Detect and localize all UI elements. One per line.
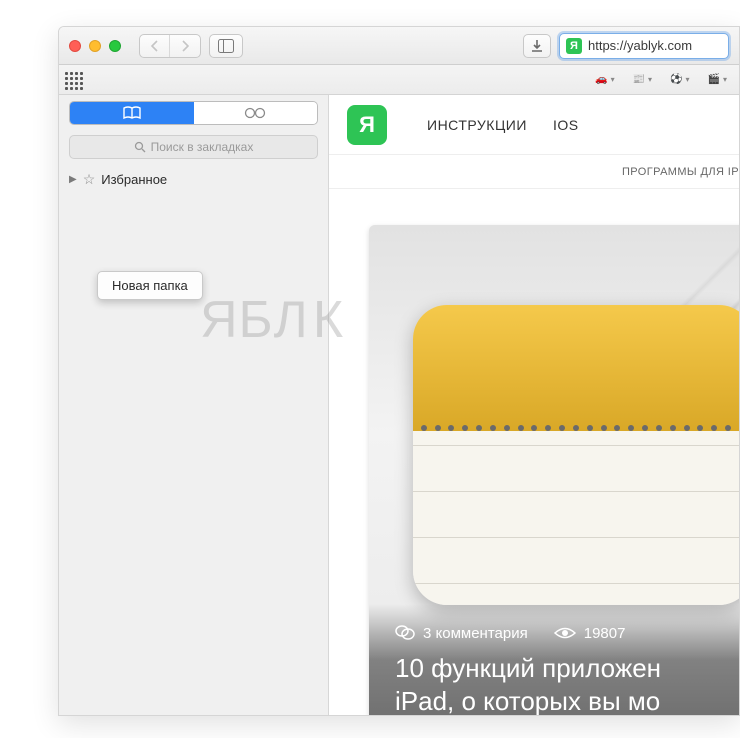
glasses-icon <box>244 107 266 119</box>
zoom-window-button[interactable] <box>109 40 121 52</box>
star-icon: ☆ <box>83 171 96 188</box>
article-meta: 3 комментария 19807 <box>395 624 739 642</box>
bookmarks-search[interactable]: Поиск в закладках <box>69 135 318 159</box>
context-menu: Новая папка <box>97 271 203 300</box>
apps-grid-icon[interactable] <box>65 72 83 90</box>
web-content: Я ИНСТРУКЦИИ IOS ПРОГРАММЫ ДЛЯ IP <box>329 95 739 715</box>
site-nav: ИНСТРУКЦИИ IOS <box>427 117 579 133</box>
news-icon: 📰 <box>633 74 645 85</box>
content-area: Поиск в закладках ▶ ☆ Избранное Новая па… <box>59 95 739 715</box>
favorites-folder[interactable]: ▶ ☆ Избранное <box>59 167 328 192</box>
comments-count[interactable]: 3 комментария <box>395 624 528 642</box>
reading-list-tab[interactable] <box>194 102 318 124</box>
site-header: Я ИНСТРУКЦИИ IOS <box>329 95 739 155</box>
extension-video[interactable]: 🎬▾ <box>708 74 727 85</box>
browser-window: Я https://yablyk.com 🚗▾ 📰▾ ⚽▾ 🎬▾ <box>58 26 740 716</box>
site-logo[interactable]: Я <box>347 105 387 145</box>
comments-icon <box>395 624 415 642</box>
clapper-icon: 🎬 <box>708 74 720 85</box>
article-overlay: 3 комментария 19807 10 функций приложен … <box>369 604 739 715</box>
window-controls <box>69 40 121 52</box>
search-icon <box>134 141 146 153</box>
article-headline: 10 функций приложен iPad, о которых вы м… <box>395 652 739 715</box>
bookmarks-sidebar: Поиск в закладках ▶ ☆ Избранное Новая па… <box>59 95 329 715</box>
downloads-button[interactable] <box>523 34 551 58</box>
address-bar[interactable]: Я https://yablyk.com <box>559 33 729 59</box>
context-menu-new-folder[interactable]: Новая папка <box>112 278 188 293</box>
subnav-programs[interactable]: ПРОГРАММЫ ДЛЯ IP <box>622 166 739 178</box>
car-icon: 🚗 <box>595 74 607 85</box>
extension-car[interactable]: 🚗▾ <box>595 74 614 85</box>
close-window-button[interactable] <box>69 40 81 52</box>
nav-ios[interactable]: IOS <box>553 117 579 133</box>
back-button[interactable] <box>140 35 170 57</box>
search-placeholder: Поиск в закладках <box>151 140 254 154</box>
nav-back-forward <box>139 34 201 58</box>
url-text: https://yablyk.com <box>588 38 692 53</box>
book-icon <box>122 106 142 120</box>
extension-sports[interactable]: ⚽▾ <box>670 74 689 85</box>
extension-news[interactable]: 📰▾ <box>633 74 652 85</box>
sidebar-view-switcher <box>69 101 318 125</box>
article-card[interactable]: 3 комментария 19807 10 функций приложен … <box>369 225 739 715</box>
forward-button[interactable] <box>170 35 200 57</box>
notes-app-icon <box>413 305 739 605</box>
site-subnav: ПРОГРАММЫ ДЛЯ IP <box>329 155 739 189</box>
views-count: 19807 <box>554 625 626 642</box>
ball-icon: ⚽ <box>670 74 682 85</box>
sidebar-toggle-button[interactable] <box>209 34 243 58</box>
favorites-label: Избранное <box>101 172 167 187</box>
nav-instructions[interactable]: ИНСТРУКЦИИ <box>427 117 527 133</box>
extensions-toolbar: 🚗▾ 📰▾ ⚽▾ 🎬▾ <box>59 65 739 95</box>
minimize-window-button[interactable] <box>89 40 101 52</box>
eye-icon <box>554 626 576 640</box>
site-favicon: Я <box>566 38 582 54</box>
disclosure-triangle-icon[interactable]: ▶ <box>69 174 77 185</box>
bookmarks-tab[interactable] <box>70 102 194 124</box>
titlebar: Я https://yablyk.com <box>59 27 739 65</box>
